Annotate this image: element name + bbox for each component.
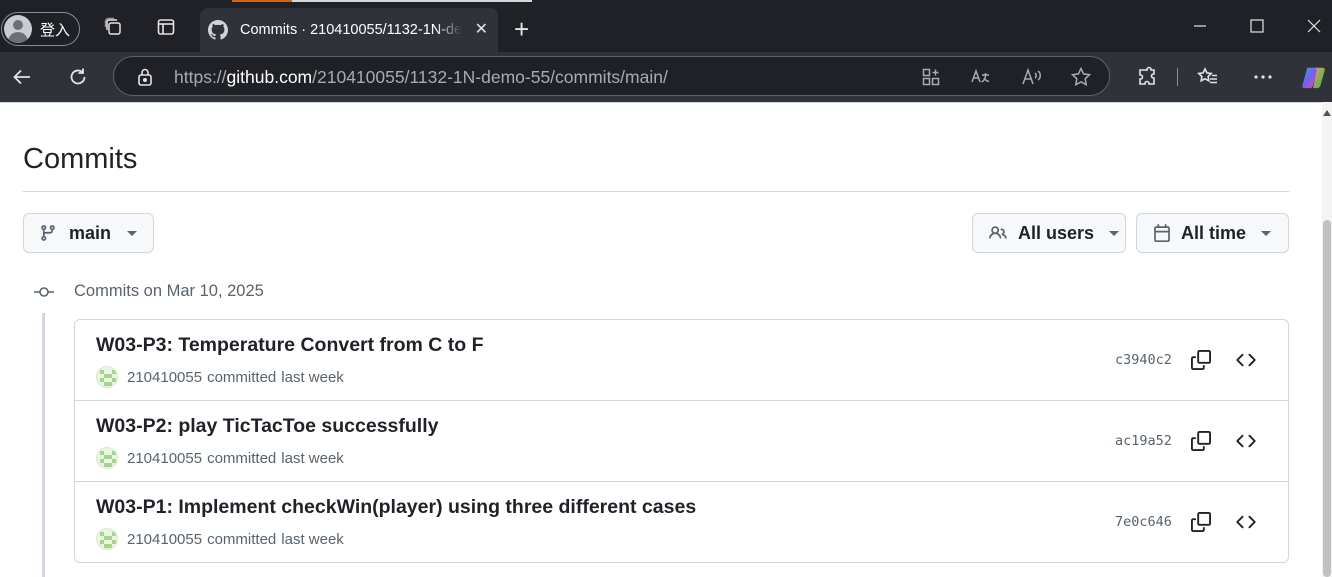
code-browse-icon[interactable]: [1235, 430, 1257, 452]
address-bar[interactable]: https://github.com/210410055/1132-1N-dem…: [113, 56, 1110, 96]
commit-action: committed: [207, 530, 277, 548]
people-icon: [988, 224, 1008, 242]
timeline-line: [42, 313, 45, 577]
minimize-icon[interactable]: [1186, 14, 1214, 38]
copilot-icon[interactable]: [1301, 64, 1327, 90]
commit-action: committed: [207, 449, 277, 467]
copy-icon[interactable]: [1190, 511, 1212, 533]
tab-strip-highlight: [292, 0, 532, 2]
code-browse-icon[interactable]: [1235, 349, 1257, 371]
commit-sha-link[interactable]: ac19a52: [1115, 433, 1172, 449]
commit-sha-link[interactable]: c3940c2: [1115, 352, 1172, 368]
git-branch-icon: [39, 224, 57, 242]
split-screen-icon[interactable]: [920, 66, 942, 88]
url-host: github.com: [226, 67, 313, 87]
workspaces-icon[interactable]: [100, 14, 126, 40]
profile-avatar-icon: [4, 15, 32, 43]
author-avatar-icon[interactable]: [96, 366, 118, 388]
commit-sha-link[interactable]: 7e0c646: [1115, 514, 1172, 530]
author-avatar-icon[interactable]: [96, 528, 118, 550]
commit-meta: 210410055 committed last week: [96, 447, 344, 469]
time-filter-button[interactable]: All time: [1136, 213, 1289, 253]
commit-row: W03-P2: play TicTacToe successfully 2104…: [75, 401, 1288, 482]
more-icon[interactable]: [1250, 64, 1276, 90]
lock-icon[interactable]: [136, 67, 154, 92]
commit-message-link[interactable]: W03-P3: Temperature Convert from C to F: [96, 334, 484, 357]
commit-row: W03-P3: Temperature Convert from C to F …: [75, 320, 1288, 401]
github-favicon: [208, 20, 228, 40]
calendar-icon: [1152, 224, 1172, 242]
read-aloud-icon[interactable]: [1021, 66, 1043, 88]
copy-icon[interactable]: [1190, 430, 1212, 452]
profile-label: 登入: [40, 21, 71, 39]
window-close-icon[interactable]: [1300, 14, 1328, 38]
commit-row: W03-P1: Implement checkWin(player) using…: [75, 482, 1288, 562]
commit-list: W03-P3: Temperature Convert from C to F …: [74, 319, 1289, 563]
github-page: Commits main All users All time Commits …: [0, 102, 1322, 577]
copy-icon[interactable]: [1190, 349, 1212, 371]
code-browse-icon[interactable]: [1235, 511, 1257, 533]
title-divider: [23, 191, 1289, 192]
back-icon[interactable]: [9, 64, 35, 90]
commit-author[interactable]: 210410055: [127, 450, 202, 467]
git-commit-icon: [34, 284, 54, 305]
commit-meta: 210410055 committed last week: [96, 366, 344, 388]
maximize-icon[interactable]: [1243, 14, 1271, 38]
url-prefix: https://: [174, 67, 227, 87]
tab-title: Commits · 210410055/1132-1N-demo-55: [240, 22, 462, 38]
chevron-down-icon: [1261, 230, 1272, 236]
new-tab-icon[interactable]: +: [514, 16, 529, 42]
commit-message-link[interactable]: W03-P2: play TicTacToe successfully: [96, 415, 438, 438]
time-filter-label: All time: [1181, 222, 1247, 243]
scroll-up-icon[interactable]: [1323, 110, 1331, 116]
commit-meta: 210410055 committed last week: [96, 528, 344, 550]
profile-button[interactable]: 登入: [1, 12, 80, 46]
commit-time: last week: [281, 449, 344, 467]
refresh-icon[interactable]: [65, 64, 91, 90]
users-filter-button[interactable]: All users: [972, 213, 1126, 253]
translate-icon[interactable]: [970, 66, 992, 88]
branch-label: main: [69, 222, 112, 243]
extensions-icon[interactable]: [1134, 64, 1160, 90]
active-tab[interactable]: Commits · 210410055/1132-1N-demo-55 ✕: [200, 8, 498, 52]
page-title: Commits: [23, 143, 138, 175]
tab-actions-icon[interactable]: [153, 14, 179, 40]
tab-strip-accent: [232, 0, 292, 2]
branch-select-button[interactable]: main: [23, 213, 154, 253]
scrollbar-thumb[interactable]: [1323, 220, 1331, 577]
favorites-icon[interactable]: [1195, 64, 1221, 90]
toolbar-separator: [1177, 68, 1178, 86]
commit-time: last week: [281, 530, 344, 548]
commit-action: committed: [207, 368, 277, 386]
users-filter-label: All users: [1018, 222, 1095, 243]
page-scrollbar[interactable]: [1322, 102, 1332, 577]
url-text[interactable]: https://github.com/210410055/1132-1N-dem…: [174, 67, 668, 88]
url-path: /210410055/1132-1N-demo-55/commits/main/: [312, 67, 668, 87]
commit-author[interactable]: 210410055: [127, 531, 202, 548]
commit-author[interactable]: 210410055: [127, 369, 202, 386]
browser-toolbar: https://github.com/210410055/1132-1N-dem…: [0, 52, 1332, 102]
commits-date-header: Commits on Mar 10, 2025: [74, 282, 264, 300]
favorite-star-icon[interactable]: [1070, 66, 1092, 88]
tab-close-icon[interactable]: ✕: [475, 21, 488, 39]
browser-titlebar: 登入 Commits · 210410055/1132-1N-demo-55 ✕…: [0, 0, 1332, 52]
chevron-down-icon: [1109, 230, 1120, 236]
commit-message-link[interactable]: W03-P1: Implement checkWin(player) using…: [96, 496, 696, 519]
commit-time: last week: [281, 368, 344, 386]
author-avatar-icon[interactable]: [96, 447, 118, 469]
chevron-down-icon: [127, 230, 138, 236]
